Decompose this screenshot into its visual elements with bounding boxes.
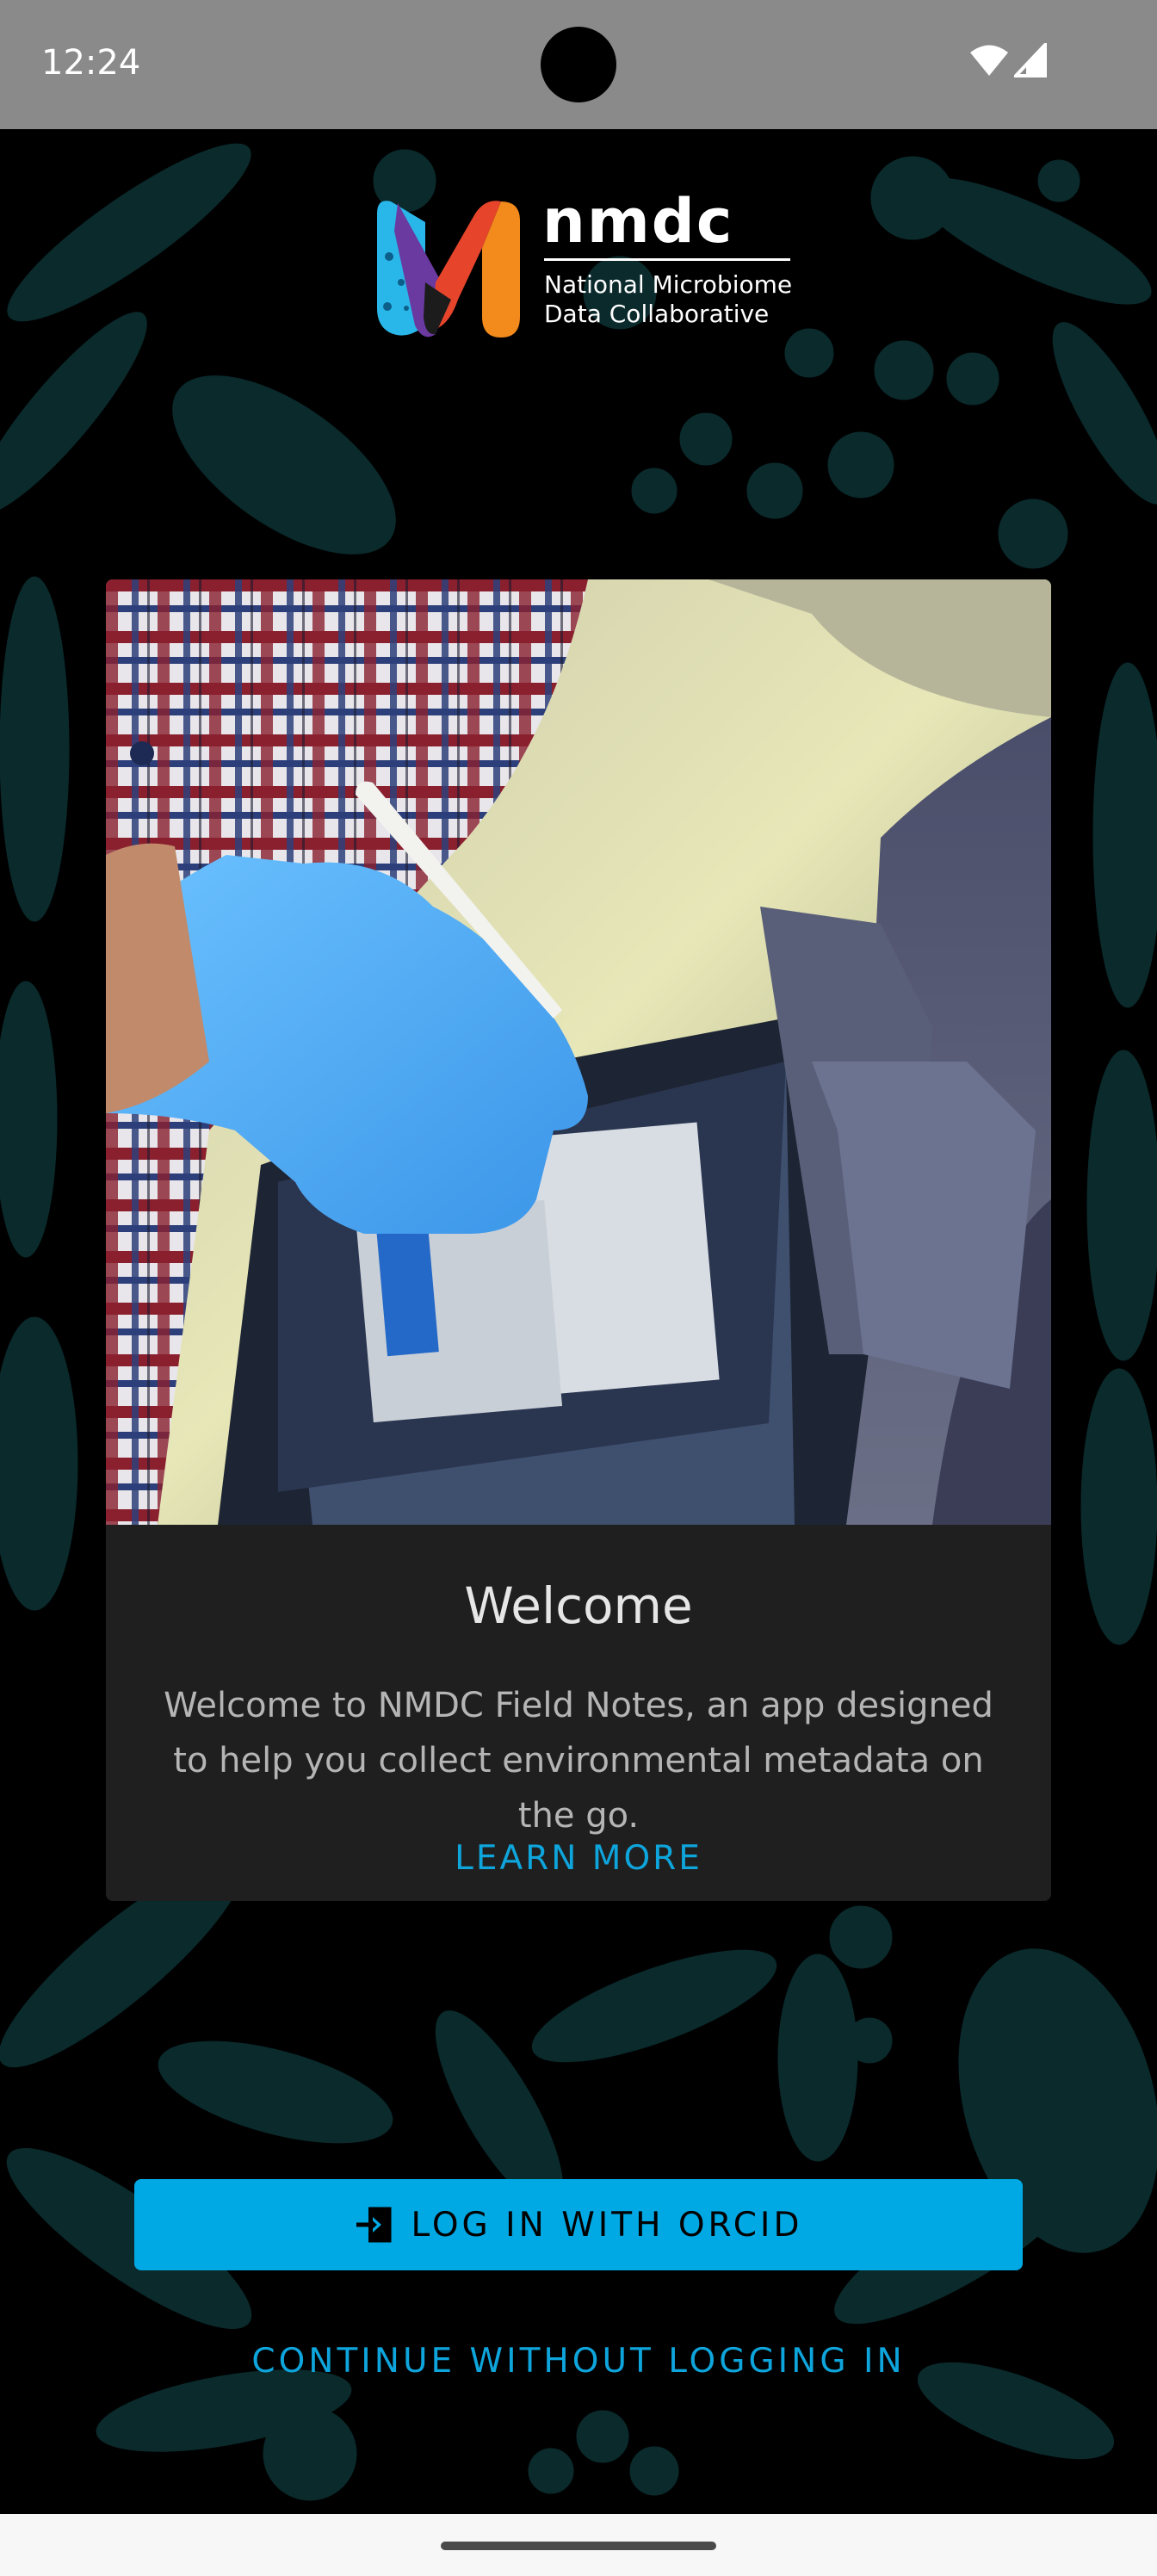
- continue-without-login-button[interactable]: CONTINUE WITHOUT LOGGING IN: [0, 2342, 1157, 2381]
- logo-divider: [544, 258, 790, 261]
- wifi-icon: [970, 45, 1008, 76]
- home-gesture-handle[interactable]: [441, 2542, 716, 2550]
- status-icons: [969, 43, 1047, 77]
- logo-wordmark: nmdc: [542, 186, 734, 257]
- login-icon: [356, 2207, 392, 2243]
- logo-subtitle-line1: National Microbiome: [544, 270, 793, 299]
- welcome-card: Welcome Welcome to NMDC Field Notes, an …: [106, 579, 1051, 1901]
- learn-more-button[interactable]: LEARN MORE: [106, 1839, 1051, 1878]
- field-tablet-photo: [106, 579, 1051, 1525]
- cellular-signal-icon: [1014, 43, 1047, 77]
- status-time: 12:24: [41, 43, 141, 83]
- status-bar: 12:24: [0, 0, 1157, 129]
- navigation-bar: [0, 2514, 1157, 2576]
- welcome-card-photo: [106, 579, 1051, 1525]
- login-label: LOG IN WITH ORCID: [411, 2205, 803, 2245]
- login-with-orcid-button[interactable]: LOG IN WITH ORCID: [134, 2179, 1023, 2270]
- welcome-description: Welcome to NMDC Field Notes, an app desi…: [164, 1686, 993, 1836]
- nmdc-logo-mark: [377, 201, 520, 337]
- welcome-title: Welcome: [464, 1576, 693, 1635]
- camera-cutout: [541, 27, 616, 102]
- logo-subtitle-line2: Data Collaborative: [544, 300, 770, 328]
- nmdc-logo: nmdc National Microbiome Data Collaborat…: [372, 186, 794, 343]
